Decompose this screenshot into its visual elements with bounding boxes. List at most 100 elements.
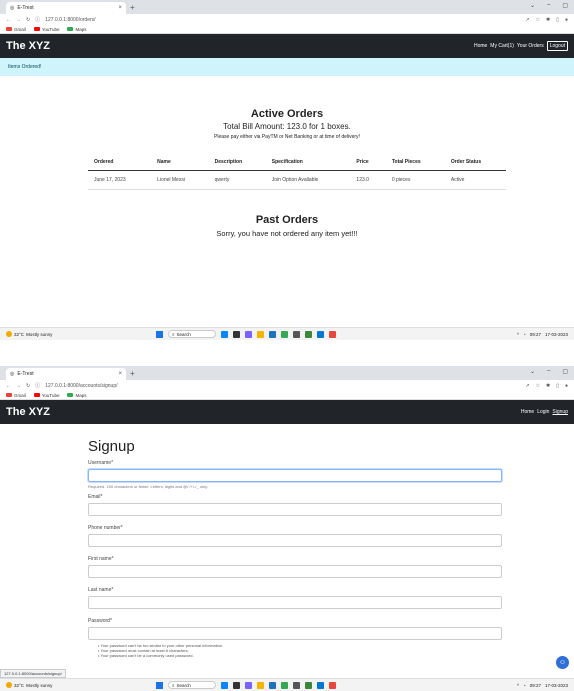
sidepanel-icon[interactable]: ▯ [556,383,559,389]
teams-icon[interactable] [245,330,252,338]
chevron-down-icon[interactable]: ⌄ [530,2,535,9]
chevron-down-icon[interactable]: ⌄ [530,368,535,375]
store-icon[interactable] [269,330,276,338]
nav-your-orders[interactable]: Your Orders [517,43,544,49]
bookmark-youtube[interactable]: YouTube [33,27,59,32]
forward-icon[interactable]: → [16,17,21,23]
chevron-up-icon[interactable]: ^ [517,332,519,337]
taskbar-search[interactable]: ⌕ Search [168,681,216,689]
wifi-icon[interactable]: ◔ [523,683,526,688]
edge-icon[interactable] [221,681,228,689]
username-field[interactable] [88,469,502,482]
minimize-icon[interactable]: – [547,368,550,375]
weather-widget[interactable]: 32°C Mostly sunny [6,331,156,337]
browser-tabbar: ◎ E-Trest × + ⌄ – ▢ [0,0,574,14]
vscode-icon[interactable] [305,681,312,689]
sun-icon [6,331,12,337]
wifi-icon[interactable]: ◔ [523,332,526,337]
browser-tab[interactable]: ◎ E-Trest × [6,368,126,380]
table-header-row: Ordered Name Description Specification P… [88,154,506,171]
close-tab-icon[interactable]: × [118,5,122,11]
bookmark-maps[interactable]: Maps [67,27,86,32]
taskbar-search[interactable]: ⌕ Search [168,330,216,338]
info-icon: ⓘ [35,383,41,389]
sidepanel-icon[interactable]: ▯ [556,17,559,23]
back-icon[interactable]: ← [6,17,11,23]
explorer-icon[interactable] [257,681,264,689]
back-icon[interactable]: ← [6,383,11,389]
minimize-icon[interactable]: – [547,2,550,9]
nav-signup[interactable]: Signup [552,409,568,415]
bookmark-gmail[interactable]: Gmail [6,27,26,32]
taskview-icon[interactable] [233,681,240,689]
date[interactable]: 17-03-2023 [545,332,568,337]
profile-icon[interactable]: ● [565,17,568,23]
url-field[interactable]: 127.0.0.1:8000/orders/ [45,17,520,23]
close-tab-icon[interactable]: × [118,371,122,377]
chrome-icon[interactable] [281,330,288,338]
browser-tab[interactable]: ◎ E-Trest × [6,2,126,14]
maximize-icon[interactable]: ▢ [562,368,568,375]
password-field[interactable] [88,627,502,640]
brand-logo[interactable]: The XYZ [6,406,521,418]
explorer-icon[interactable] [257,330,264,338]
signup-form: Signup Username* Required. 150 character… [88,438,502,658]
nav-home[interactable]: Home [474,43,487,49]
app-icon[interactable] [293,681,300,689]
signup-screenshot: ◎ E-Trest × + ⌄ – ▢ ← → ↻ ⓘ 127.0.0.1:80… [0,366,574,691]
windows-start-icon[interactable] [156,330,163,338]
tab-title: E-Trest [17,5,34,11]
bookmark-maps[interactable]: Maps [67,393,86,398]
nav-links: Home My Cart(1) Your Orders Logout [474,41,568,51]
maximize-icon[interactable]: ▢ [562,2,568,9]
cell-price: 123.0 [350,170,386,190]
forward-icon[interactable]: → [16,383,21,389]
cell-order-status: Active [444,170,506,190]
brand-logo[interactable]: The XYZ [6,40,474,52]
photos-icon[interactable] [329,681,336,689]
nav-my-cart[interactable]: My Cart(1) [490,43,514,49]
windows-start-icon[interactable] [156,681,163,689]
extensions-icon[interactable]: ✱ [546,17,550,23]
reload-icon[interactable]: ↻ [26,17,30,23]
nav-login[interactable]: Login [537,409,549,415]
teams-icon[interactable] [245,681,252,689]
profile-icon[interactable]: ● [565,383,568,389]
chat-icon[interactable]: ☺ [556,656,569,669]
weather-widget[interactable]: 32°C Mostly sunny [6,682,156,688]
date[interactable]: 17-03-2023 [545,683,568,688]
password-label: Password* [88,618,112,624]
mail-icon[interactable] [317,681,324,689]
mail-icon[interactable] [317,330,324,338]
cell-name: Lionel Messi [151,170,209,190]
clock[interactable]: 09:27 [530,683,541,688]
youtube-icon [33,393,40,397]
extensions-icon[interactable]: ✱ [546,383,550,389]
chrome-icon[interactable] [281,681,288,689]
nav-home[interactable]: Home [521,409,534,415]
clock[interactable]: 09:27 [530,332,541,337]
last-name-field[interactable] [88,596,502,609]
edge-icon[interactable] [221,330,228,338]
store-icon[interactable] [269,681,276,689]
reload-icon[interactable]: ↻ [26,383,30,389]
email-field[interactable] [88,503,502,516]
cell-description: qwerty [208,170,266,190]
photos-icon[interactable] [329,330,336,338]
bookmark-gmail[interactable]: Gmail [6,393,26,398]
first-name-field[interactable] [88,565,502,578]
share-icon[interactable]: ↗ [525,17,529,23]
taskview-icon[interactable] [233,330,240,338]
url-field[interactable]: 127.0.0.1:8000/accounts/signup/ [45,383,520,389]
share-icon[interactable]: ↗ [525,383,529,389]
new-tab-icon[interactable]: + [130,368,135,380]
app-icon[interactable] [293,330,300,338]
star-icon[interactable]: ☆ [536,17,540,23]
logout-button[interactable]: Logout [546,41,568,51]
vscode-icon[interactable] [305,330,312,338]
bookmark-youtube[interactable]: YouTube [33,393,59,398]
star-icon[interactable]: ☆ [536,383,540,389]
phone-field[interactable] [88,534,502,547]
chevron-up-icon[interactable]: ^ [517,683,519,688]
new-tab-icon[interactable]: + [130,2,135,14]
